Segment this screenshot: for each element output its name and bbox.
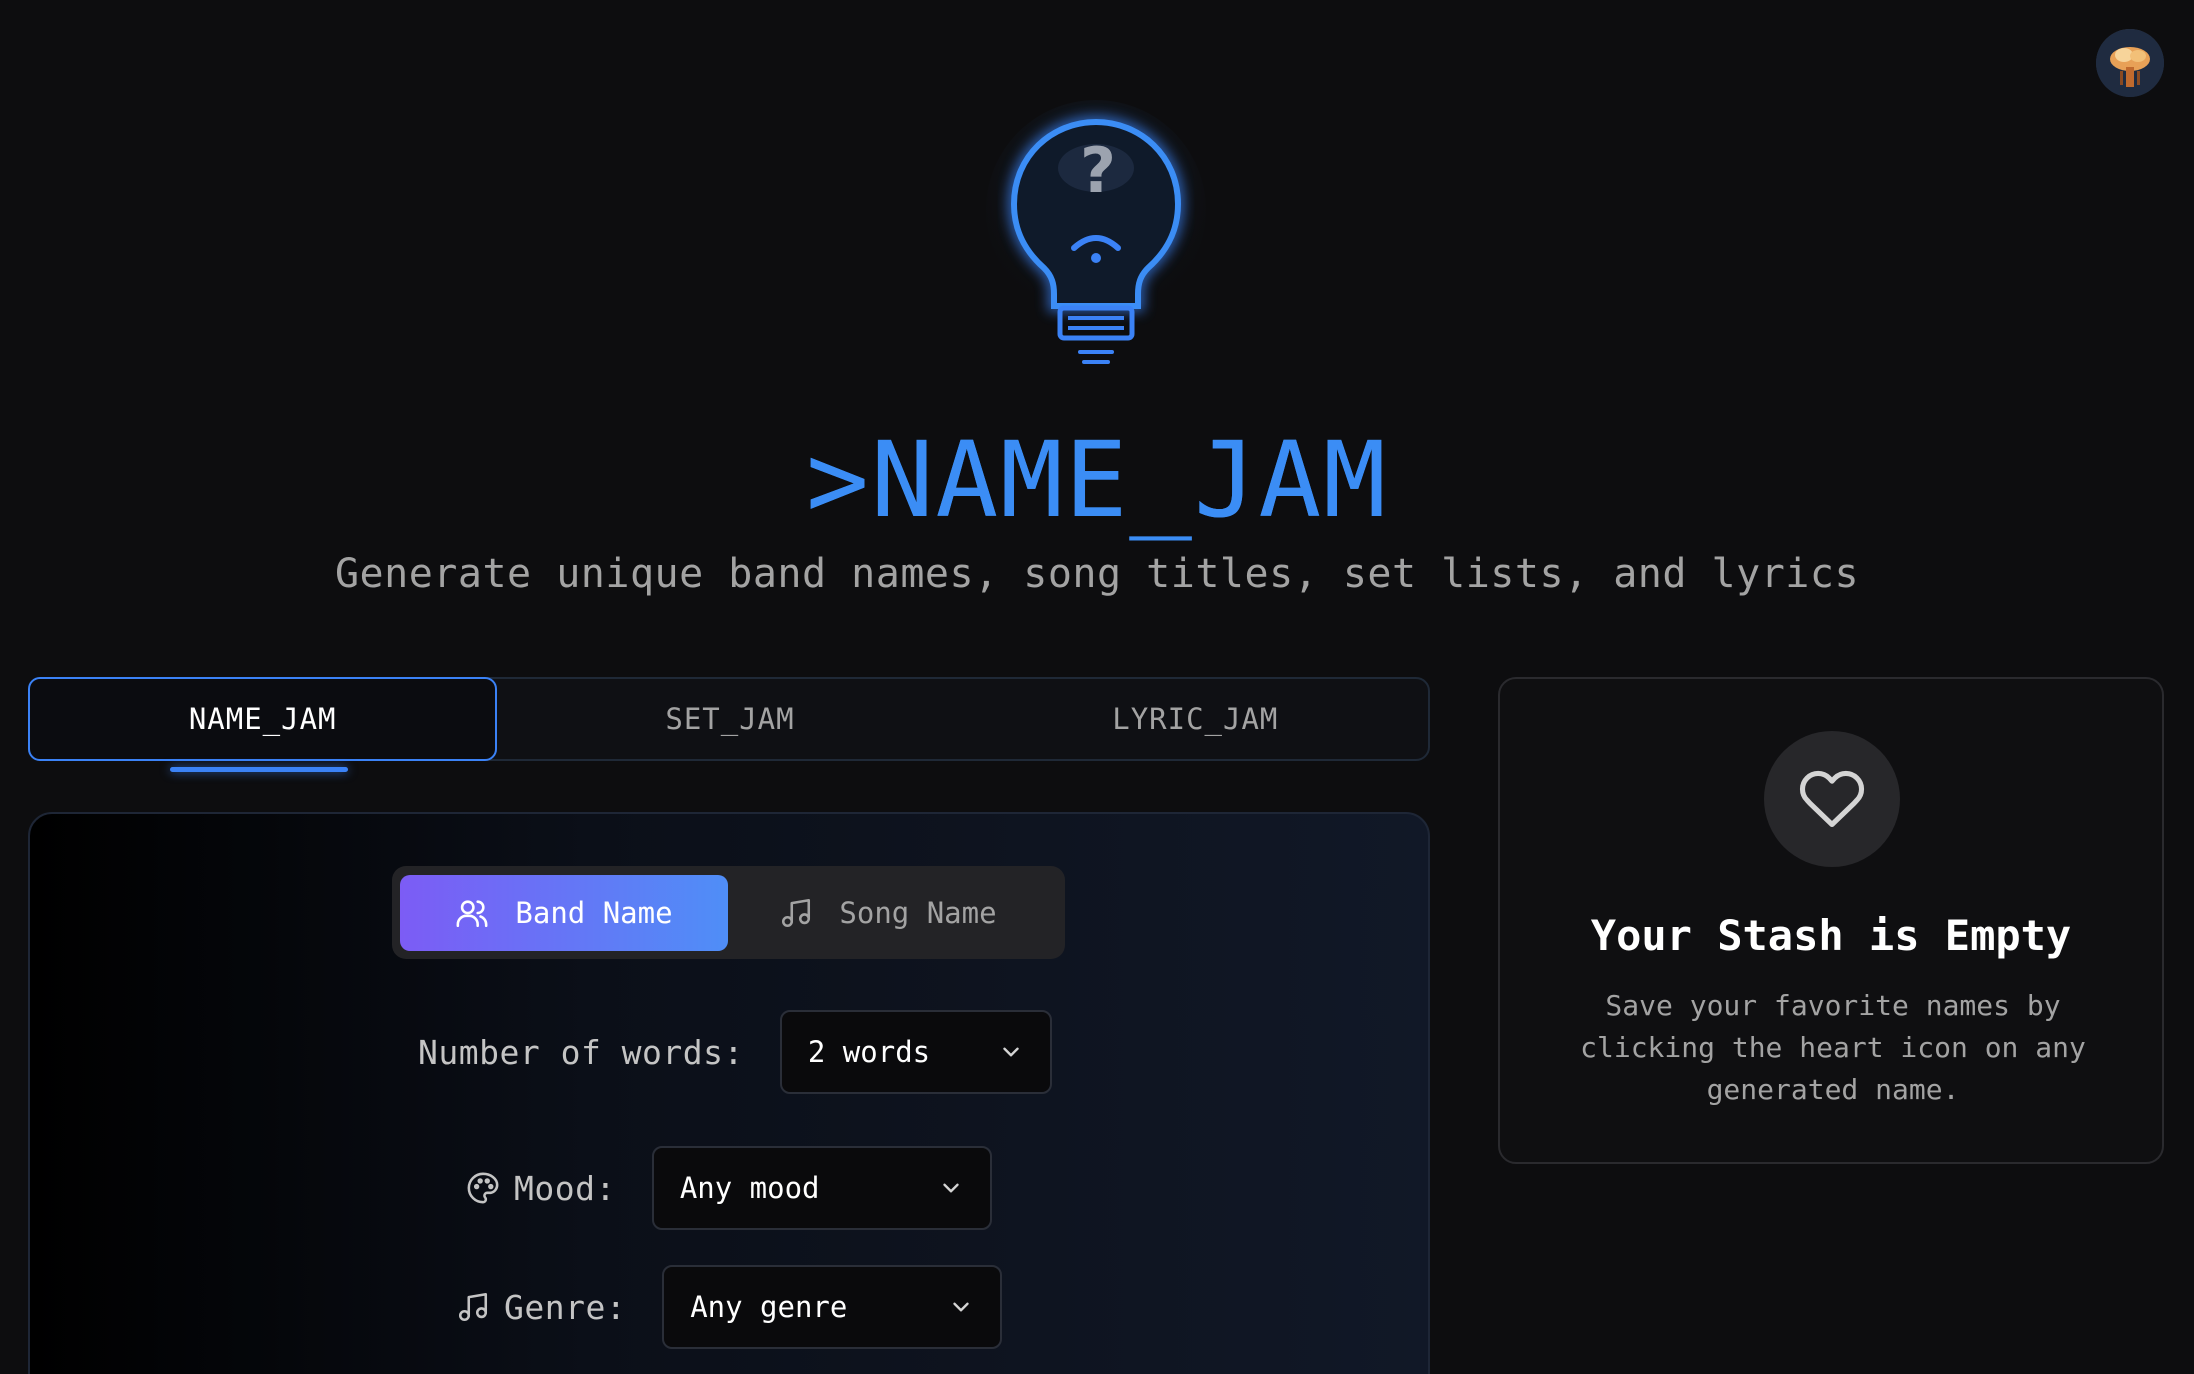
words-field: Number of words: 2 words <box>418 1010 1052 1094</box>
app-title: >NAME_JAM <box>0 425 2194 535</box>
words-label: Number of words: <box>418 1032 744 1072</box>
mood-select[interactable]: Any mood <box>651 1146 992 1230</box>
chevron-down-icon <box>1003 1047 1019 1057</box>
svg-text:?: ? <box>1080 134 1116 207</box>
app-subtitle: Generate unique band names, song titles,… <box>334 551 1860 597</box>
palette-icon <box>467 1172 499 1204</box>
avatar-image <box>2096 29 2164 97</box>
genre-select[interactable]: Any genre <box>662 1265 1003 1349</box>
user-avatar[interactable] <box>2096 29 2164 97</box>
band-name-label: Band Name <box>515 895 673 930</box>
mode-tabs: NAME_JAM SET_JAM LYRIC_JAM <box>28 677 1430 761</box>
heart-icon <box>1799 770 1865 828</box>
lightbulb-question-icon: ? <box>960 100 1232 390</box>
song-name-button[interactable]: Song Name <box>728 875 1048 951</box>
mood-label-wrap: Mood: <box>466 1169 616 1208</box>
mood-label: Mood: <box>514 1168 616 1208</box>
users-icon <box>456 899 488 927</box>
stash-description: Save your favorite names by clicking the… <box>1580 989 2086 1106</box>
stash-title: Your Stash is Empty <box>1590 911 2072 960</box>
words-value: 2 words <box>807 1035 931 1069</box>
stash-panel: Your Stash is Empty Save your favorite n… <box>1498 677 2164 1164</box>
genre-field: Genre: Any genre <box>456 1265 1003 1349</box>
chevron-down-icon <box>953 1302 969 1312</box>
genre-label: Genre: <box>504 1287 627 1327</box>
genre-label-wrap: Genre: <box>456 1288 626 1327</box>
music-note-icon <box>782 898 811 927</box>
mood-value: Any mood <box>679 1171 820 1205</box>
name-type-toggle: Band Name Song Name <box>392 866 1065 959</box>
tab-set-jam[interactable]: SET_JAM <box>497 679 962 759</box>
chevron-down-icon <box>943 1183 959 1193</box>
tab-name-jam[interactable]: NAME_JAM <box>28 677 498 761</box>
band-name-button[interactable]: Band Name <box>400 874 728 951</box>
genre-value: Any genre <box>690 1290 848 1324</box>
tab-lyric-jam[interactable]: LYRIC_JAM <box>963 679 1428 759</box>
words-select[interactable]: 2 words <box>779 1010 1052 1094</box>
music-note-icon <box>458 1292 488 1322</box>
mood-field: Mood: Any mood <box>466 1146 992 1230</box>
active-tab-indicator <box>170 767 348 772</box>
song-name-label: Song Name <box>839 895 997 930</box>
page: ? >NAME_JAM Generate unique band names, … <box>0 0 2194 1374</box>
stash-heart-badge <box>1764 731 1900 867</box>
